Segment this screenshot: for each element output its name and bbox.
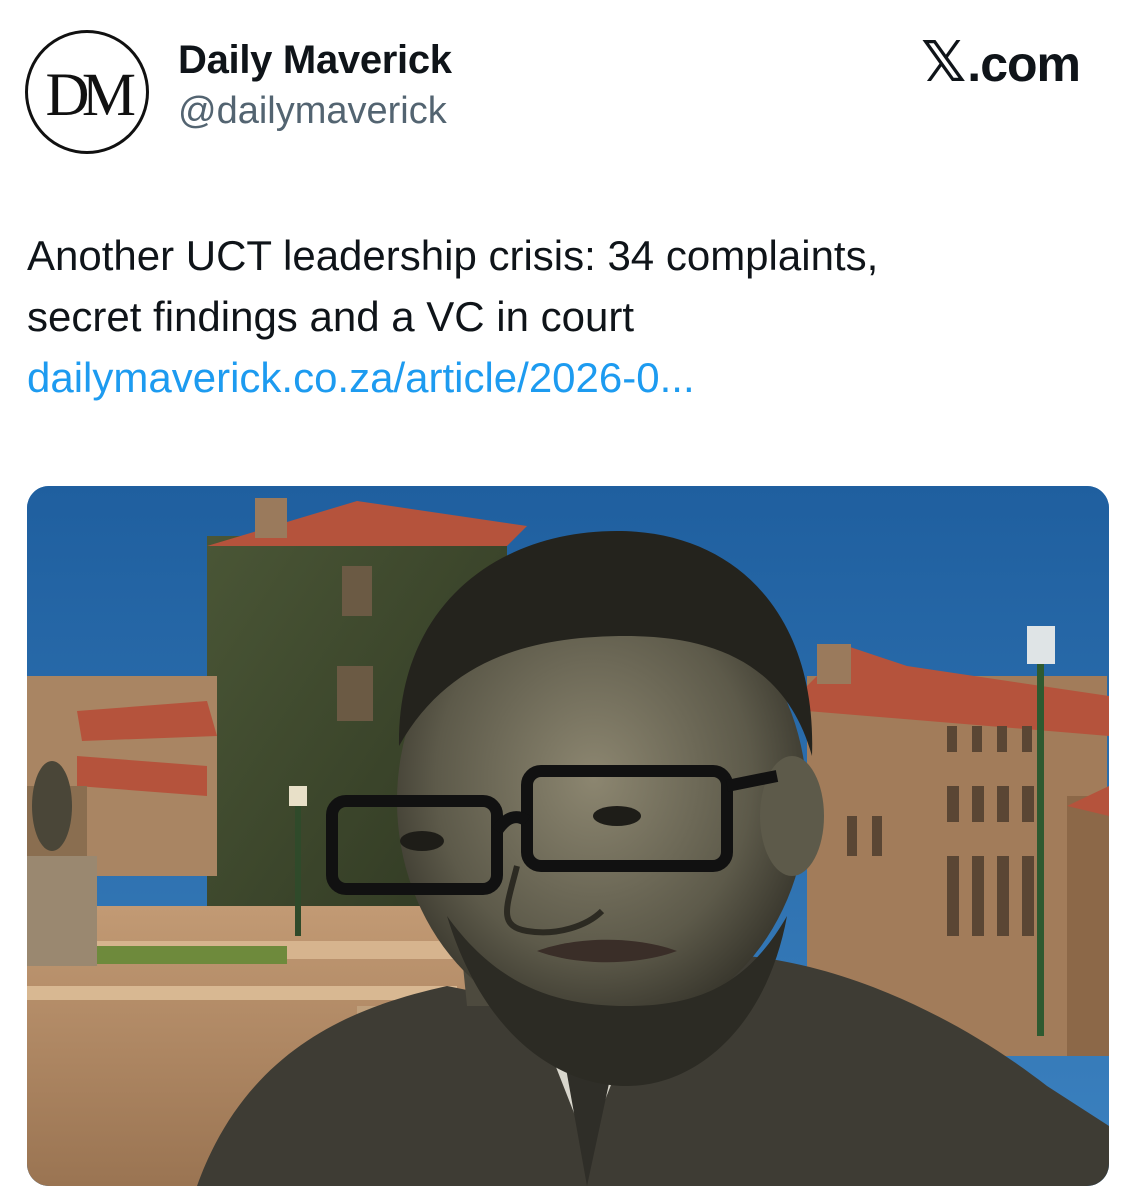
avatar[interactable]: DM [25, 30, 149, 154]
article-image[interactable] [27, 486, 1109, 1186]
account-name[interactable]: Daily Maverick [178, 38, 452, 83]
avatar-monogram: DM [46, 62, 135, 129]
source-logo: 𝕏 .com [921, 30, 1081, 95]
x-logo-icon: 𝕏 [921, 30, 966, 95]
daily-maverick-logo-icon: DM [31, 36, 143, 148]
tweet-text-line-2: secret findings and a VC in court [27, 293, 634, 340]
article-link[interactable]: dailymaverick.co.za/article/2026-0... [27, 347, 1107, 408]
article-photo [27, 486, 1109, 1186]
tweet-text-line-1: Another UCT leadership crisis: 34 compla… [27, 232, 879, 279]
tweet-text: Another UCT leadership crisis: 34 compla… [27, 225, 1107, 408]
tweet-header: DM Daily Maverick @dailymaverick 𝕏 .com [0, 0, 1136, 160]
account-handle[interactable]: @dailymaverick [178, 90, 447, 133]
source-label: .com [967, 36, 1081, 92]
